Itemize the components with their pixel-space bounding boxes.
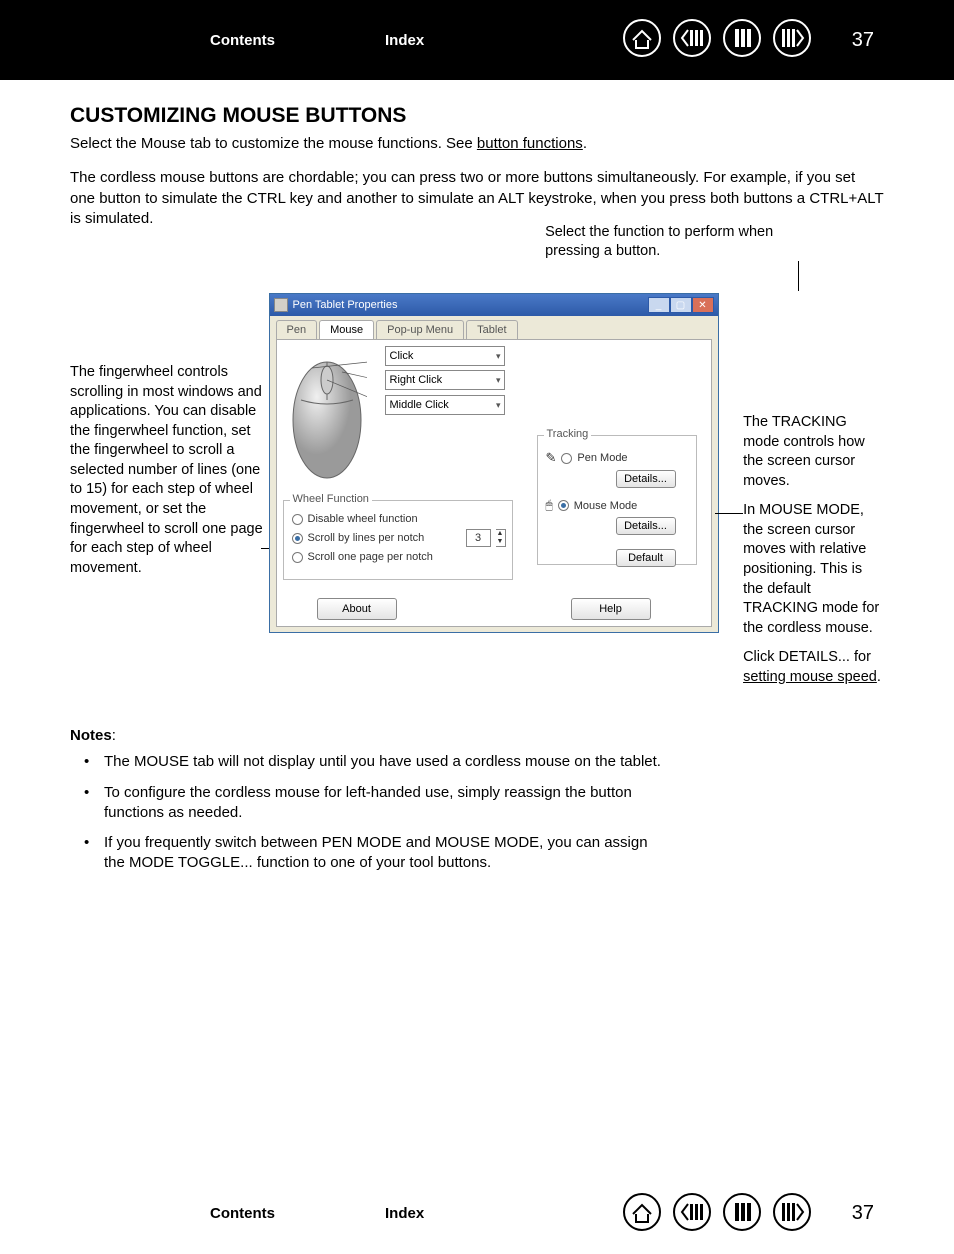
dialog-panel: Click Right Click Middle Click Tracking … — [276, 339, 712, 627]
button3-combo[interactable]: Middle Click — [385, 395, 505, 415]
pen-mode-radio[interactable] — [561, 453, 572, 464]
window-buttons: _ ▢ ✕ — [648, 297, 714, 313]
page-number-top: 37 — [852, 29, 874, 52]
prev-page-icon[interactable] — [722, 1192, 762, 1236]
nav-links-bottom: Contents Index — [210, 1205, 424, 1222]
tab-mouse[interactable]: Mouse — [319, 320, 374, 339]
tracking-desc-1: The TRACKING mode controls how the scree… — [743, 413, 884, 491]
wheel-disable-radio[interactable] — [292, 514, 303, 525]
tracking-legend: Tracking — [544, 428, 592, 440]
tracking-desc-3: Click DETAILS... for setting mouse speed… — [743, 648, 884, 687]
dialog-tabs: Pen Mouse Pop-up Menu Tablet — [270, 316, 718, 339]
button1-combo[interactable]: Click — [385, 346, 505, 366]
help-button[interactable]: Help — [571, 598, 651, 620]
top-nav-bar: Contents Index 37 — [0, 0, 954, 80]
callout-line — [798, 261, 799, 291]
pen-tablet-properties-dialog: Pen Tablet Properties _ ▢ ✕ Pen Mouse Po… — [269, 293, 719, 633]
tracking-callout: The TRACKING mode controls how the scree… — [725, 243, 884, 697]
intro-text-end: . — [583, 135, 587, 152]
mouse-mode-icon: 🖱 — [546, 498, 553, 513]
tab-tablet[interactable]: Tablet — [466, 320, 517, 339]
button2-combo[interactable]: Right Click — [385, 370, 505, 390]
fingerwheel-callout: The fingerwheel controls scrolling in mo… — [70, 243, 269, 697]
page-number-bottom: 37 — [852, 1202, 874, 1225]
wheel-page-radio[interactable] — [292, 552, 303, 563]
tab-pen[interactable]: Pen — [276, 320, 318, 339]
bottom-nav-bar: Contents Index 37 — [0, 1174, 954, 1254]
home-icon[interactable] — [622, 18, 662, 62]
callout-line — [715, 513, 743, 514]
tracking-desc-2: In MOUSE MODE, the screen cursor moves w… — [743, 501, 884, 638]
setting-mouse-speed-link[interactable]: setting mouse speed — [743, 669, 877, 685]
layout-columns: The fingerwheel controls scrolling in mo… — [70, 243, 884, 697]
note-item: If you frequently switch between PEN MOD… — [70, 833, 670, 874]
notes-header: Notes — [70, 727, 112, 744]
prev-section-icon[interactable] — [672, 18, 712, 62]
nav-links: Contents Index — [210, 32, 424, 49]
contents-link[interactable]: Contents — [210, 32, 275, 49]
wheel-disable-label: Disable wheel function — [308, 513, 418, 525]
mouse-illustration — [287, 350, 367, 480]
wheel-function-fieldset: Wheel Function Disable wheel function Sc… — [283, 500, 513, 580]
wheel-page-label: Scroll one page per notch — [308, 551, 433, 563]
next-page-icon[interactable] — [772, 18, 812, 62]
home-icon[interactable] — [622, 1192, 662, 1236]
dialog-title: Pen Tablet Properties — [293, 299, 398, 311]
mouse-mode-radio[interactable] — [558, 500, 569, 511]
dialog-titlebar: Pen Tablet Properties _ ▢ ✕ — [270, 294, 718, 316]
note-item: The MOUSE tab will not display until you… — [70, 752, 670, 772]
mouse-mode-label: Mouse Mode — [574, 500, 638, 512]
contents-link-bottom[interactable]: Contents — [210, 1205, 275, 1222]
close-button[interactable]: ✕ — [692, 297, 714, 313]
page-content: CUSTOMIZING MOUSE BUTTONS Select the Mou… — [0, 80, 954, 874]
button-functions-link[interactable]: button functions — [477, 135, 583, 152]
dialog-column: Select the function to perform when pres… — [269, 243, 726, 697]
pen-details-button[interactable]: Details... — [616, 470, 676, 488]
nav-icons: 37 — [622, 18, 874, 62]
minimize-button[interactable]: _ — [648, 297, 670, 313]
intro-paragraph-2: The cordless mouse buttons are chordable… — [70, 168, 884, 229]
intro-paragraph-1: Select the Mouse tab to customize the mo… — [70, 134, 884, 154]
intro-text: Select the Mouse tab to customize the mo… — [70, 135, 477, 152]
pen-mode-icon: ✎ — [546, 450, 557, 466]
default-button[interactable]: Default — [616, 549, 676, 567]
nav-icons-bottom: 37 — [622, 1192, 874, 1236]
prev-section-icon[interactable] — [672, 1192, 712, 1236]
maximize-button[interactable]: ▢ — [670, 297, 692, 313]
index-link[interactable]: Index — [385, 32, 424, 49]
next-page-icon[interactable] — [772, 1192, 812, 1236]
tab-popup-menu[interactable]: Pop-up Menu — [376, 320, 464, 339]
notes-section: Notes: The MOUSE tab will not display un… — [70, 727, 884, 873]
wheel-lines-label: Scroll by lines per notch — [308, 532, 425, 544]
wheel-lines-radio[interactable] — [292, 533, 303, 544]
dialog-icon — [274, 298, 288, 312]
tracking-fieldset: Tracking ✎ Pen Mode Details... 🖱 Mouse M… — [537, 435, 697, 565]
about-button[interactable]: About — [317, 598, 397, 620]
pen-mode-label: Pen Mode — [577, 452, 627, 464]
lines-spinner[interactable]: 3 — [466, 529, 491, 547]
index-link-bottom[interactable]: Index — [385, 1205, 424, 1222]
top-callout: Select the function to perform when pres… — [545, 223, 805, 261]
mouse-details-button[interactable]: Details... — [616, 517, 676, 535]
wheel-legend: Wheel Function — [290, 493, 372, 505]
prev-page-icon[interactable] — [722, 18, 762, 62]
note-item: To configure the cordless mouse for left… — [70, 783, 670, 824]
page-title: CUSTOMIZING MOUSE BUTTONS — [70, 104, 884, 128]
